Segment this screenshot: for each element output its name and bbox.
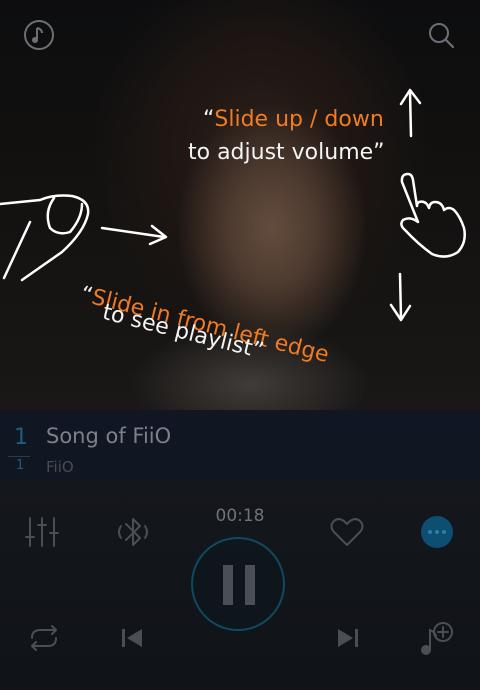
music-library-icon[interactable] bbox=[22, 18, 56, 52]
track-number: 1 bbox=[14, 425, 28, 450]
artist-name: FiiO bbox=[46, 458, 74, 476]
equalizer-icon[interactable] bbox=[24, 515, 60, 549]
play-pause-button[interactable] bbox=[191, 537, 285, 631]
arrow-up-icon bbox=[399, 88, 422, 138]
track-total: 1 bbox=[16, 458, 25, 473]
repeat-icon[interactable] bbox=[26, 624, 62, 652]
hand-gesture-icon bbox=[400, 172, 466, 258]
search-icon[interactable] bbox=[424, 18, 458, 52]
elapsed-time: 00:18 bbox=[215, 506, 265, 526]
bluetooth-icon[interactable] bbox=[113, 514, 153, 550]
finger-swipe-icon bbox=[0, 194, 90, 282]
add-to-playlist-icon[interactable] bbox=[418, 620, 456, 656]
volume-guide-line2: to adjust volume” bbox=[188, 140, 385, 165]
more-dots-icon bbox=[428, 530, 446, 534]
song-title: Song of FiiO bbox=[46, 424, 172, 448]
favorite-heart-icon[interactable] bbox=[330, 516, 364, 548]
previous-track-icon[interactable] bbox=[120, 627, 146, 649]
track-number-divider bbox=[8, 456, 30, 457]
pause-icon bbox=[223, 565, 255, 605]
next-track-icon[interactable] bbox=[334, 627, 360, 649]
more-options-button[interactable] bbox=[421, 516, 453, 548]
arrow-right-icon bbox=[100, 224, 168, 246]
volume-guide-line1: “Slide up / down bbox=[203, 107, 384, 132]
arrow-down-icon bbox=[389, 272, 412, 322]
